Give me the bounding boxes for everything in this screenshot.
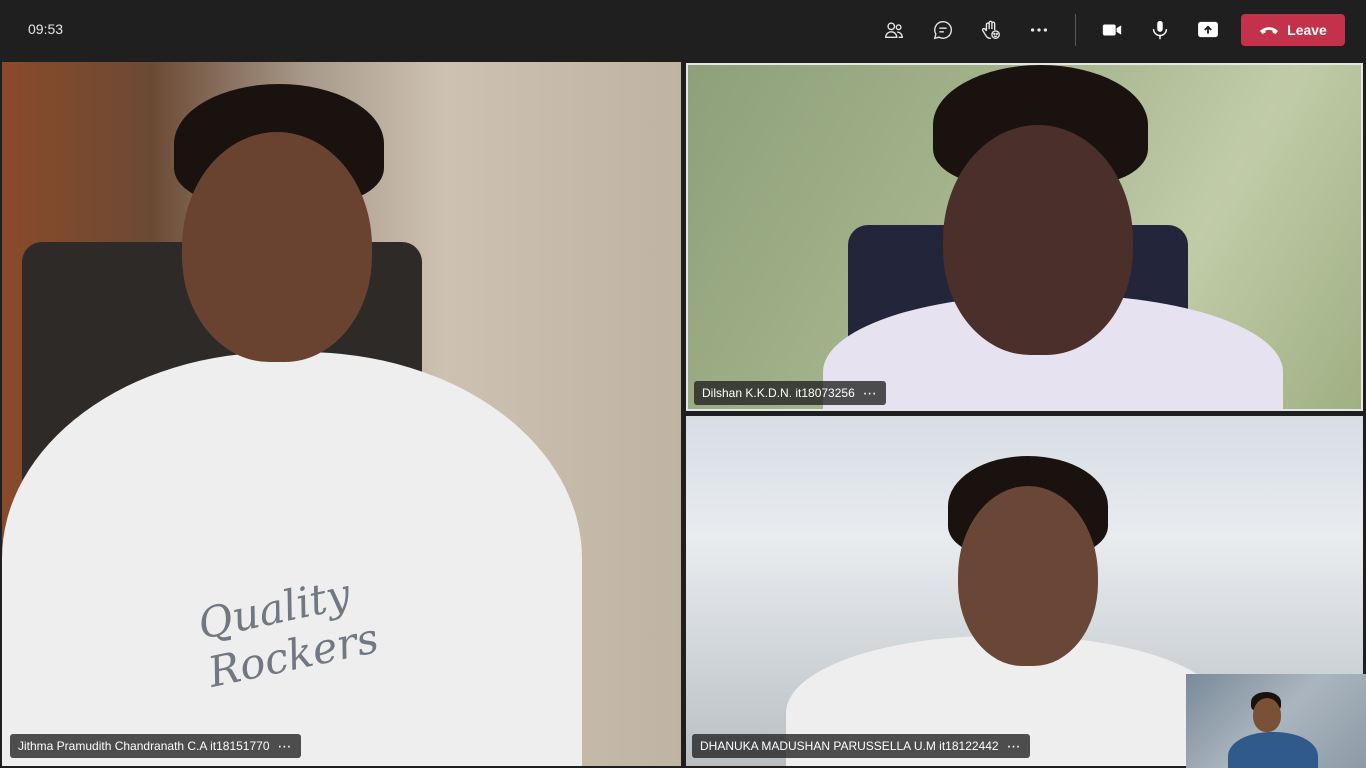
participant-name-tag: Jithma Pramudith Chandranath C.A it18151… bbox=[10, 734, 301, 758]
participant-name: Jithma Pramudith Chandranath C.A it18151… bbox=[18, 739, 270, 753]
leave-button[interactable]: Leave bbox=[1241, 14, 1345, 46]
camera-icon[interactable] bbox=[1098, 16, 1126, 44]
video-tile-participant-2[interactable]: Dilshan K.K.D.N. it18073256 ⋯ bbox=[686, 63, 1363, 411]
more-options-icon[interactable] bbox=[1025, 16, 1053, 44]
participant-name: DHANUKA MADUSHAN PARUSSELLA U.M it181224… bbox=[700, 739, 999, 753]
leave-label: Leave bbox=[1287, 22, 1327, 38]
participant-name: Dilshan K.K.D.N. it18073256 bbox=[702, 386, 855, 400]
self-video-preview[interactable] bbox=[1186, 674, 1366, 768]
meeting-toolbar: 09:53 Leave bbox=[0, 0, 1366, 60]
participant-name-tag: DHANUKA MADUSHAN PARUSSELLA U.M it181224… bbox=[692, 734, 1030, 758]
people-icon[interactable] bbox=[880, 16, 908, 44]
participant-name-tag: Dilshan K.K.D.N. it18073256 ⋯ bbox=[694, 381, 886, 405]
participant-head bbox=[182, 132, 372, 362]
participant-head bbox=[958, 486, 1098, 666]
participant-more-button[interactable]: ⋯ bbox=[1007, 738, 1022, 755]
participant-body bbox=[2, 352, 582, 766]
chat-icon[interactable] bbox=[929, 16, 957, 44]
hang-up-icon bbox=[1260, 27, 1279, 34]
self-head bbox=[1253, 698, 1281, 732]
participant-more-button[interactable]: ⋯ bbox=[278, 738, 293, 755]
video-tile-participant-1[interactable]: Quality Rockers Jithma Pramudith Chandran… bbox=[2, 62, 681, 766]
self-body bbox=[1228, 732, 1318, 768]
raise-hand-icon[interactable] bbox=[977, 16, 1005, 44]
toolbar-divider bbox=[1075, 14, 1076, 46]
microphone-icon[interactable] bbox=[1146, 16, 1174, 44]
share-screen-icon[interactable] bbox=[1194, 16, 1222, 44]
participant-more-button[interactable]: ⋯ bbox=[863, 385, 878, 402]
meeting-clock: 09:53 bbox=[28, 21, 64, 37]
participant-head bbox=[943, 125, 1133, 355]
